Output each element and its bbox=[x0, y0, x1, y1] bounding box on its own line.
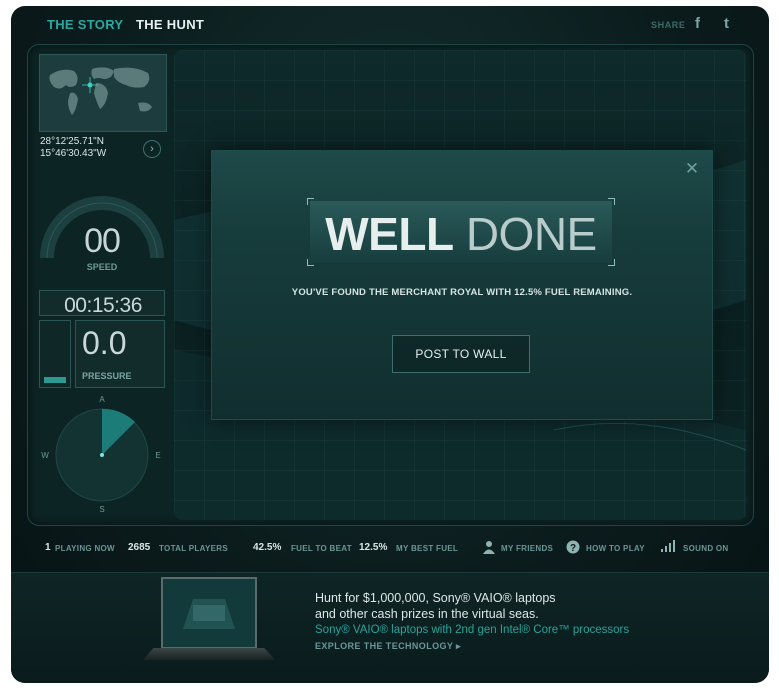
dialog-title: WELL DONE bbox=[310, 207, 612, 261]
compass-n: A bbox=[99, 395, 105, 404]
total-players-label: TOTAL PLAYERS bbox=[159, 544, 228, 553]
help-icon[interactable]: ? bbox=[566, 540, 580, 554]
longitude: 15°46'30.43"W bbox=[40, 148, 107, 159]
laptop-image bbox=[161, 577, 257, 649]
how-to-play-link[interactable]: HOW TO PLAY bbox=[586, 544, 645, 553]
world-map[interactable] bbox=[39, 54, 167, 132]
best-fuel-label: MY BEST FUEL bbox=[396, 544, 459, 553]
explore-technology-link[interactable]: EXPLORE THE TECHNOLOGY ▸ bbox=[315, 641, 461, 652]
title-plate: WELL DONE bbox=[307, 198, 615, 266]
coordinates: 28°12'25.71"N 15°46'30.43"W bbox=[40, 136, 106, 160]
pressure-label: PRESSURE bbox=[82, 371, 132, 381]
speed-value: 00 bbox=[84, 222, 121, 260]
my-friends-link[interactable]: MY FRIENDS bbox=[501, 544, 553, 553]
post-to-wall-button[interactable]: POST TO WALL bbox=[392, 335, 530, 373]
speed-gauge: 00 SPEED bbox=[39, 188, 165, 278]
status-bar: 1 PLAYING NOW 2685 TOTAL PLAYERS 42.5% F… bbox=[11, 539, 769, 559]
title-bold: WELL bbox=[325, 208, 454, 260]
corner-mark bbox=[307, 198, 314, 205]
fuel-fill bbox=[44, 377, 66, 383]
playing-now-count: 1 bbox=[45, 542, 51, 553]
timer-value: 00:15:36 bbox=[64, 294, 142, 317]
svg-text:?: ? bbox=[570, 543, 576, 554]
compass-w: W bbox=[41, 451, 49, 460]
sound-on-toggle[interactable]: SOUND ON bbox=[683, 544, 729, 553]
fuel-to-beat-value: 42.5% bbox=[253, 542, 282, 553]
title-light: DONE bbox=[465, 208, 597, 260]
compass-e: E bbox=[155, 451, 160, 460]
chevron-right-icon[interactable]: › bbox=[143, 140, 161, 158]
best-fuel-value: 12.5% bbox=[359, 542, 388, 553]
nav-the-story[interactable]: THE STORY bbox=[47, 17, 123, 32]
pressure-value: 0.0 bbox=[82, 325, 127, 361]
twitter-icon[interactable]: t bbox=[724, 15, 729, 32]
fuel-to-beat-label: FUEL TO BEAT bbox=[291, 544, 352, 553]
ad-subline: Sony® VAIO® laptops with 2nd gen Intel® … bbox=[315, 624, 630, 636]
well-done-dialog: ✕ WELL DONE YOU'VE FOUND THE MERCHANT RO… bbox=[211, 150, 713, 420]
hud-sidebar: 28°12'25.71"N 15°46'30.43"W › 00 SPEED 0… bbox=[39, 54, 167, 514]
ad-headline-2: and other cash prizes in the virtual sea… bbox=[315, 607, 539, 621]
laptop-base bbox=[143, 648, 275, 660]
top-nav: THE STORY THE HUNT SHARE f t bbox=[11, 6, 769, 44]
latitude: 28°12'25.71"N bbox=[40, 136, 104, 147]
compass-dial: A W E S bbox=[41, 395, 160, 514]
playing-now-label: PLAYING NOW bbox=[55, 544, 115, 553]
compass-s: S bbox=[99, 505, 104, 514]
timer: 00:15:36 bbox=[39, 290, 165, 317]
facebook-icon[interactable]: f bbox=[695, 15, 700, 32]
dialog-message: YOU'VE FOUND THE MERCHANT ROYAL WITH 12.… bbox=[291, 287, 633, 298]
corner-mark bbox=[608, 198, 615, 205]
sound-bars-icon[interactable] bbox=[661, 540, 675, 552]
compass: A W E S bbox=[39, 392, 165, 514]
ad-headline-1: Hunt for $1,000,000, Sony® VAIO® laptops bbox=[315, 591, 556, 605]
laptop-screen-graphic bbox=[163, 579, 255, 647]
fuel-gauge bbox=[39, 320, 71, 388]
pressure-gauge: 0.0 PRESSURE bbox=[75, 320, 165, 388]
world-map-graphic bbox=[49, 67, 152, 115]
person-icon[interactable] bbox=[483, 540, 495, 554]
game-frame: THE STORY THE HUNT SHARE f t 28°12'25.71… bbox=[11, 6, 769, 683]
close-icon[interactable]: ✕ bbox=[682, 159, 702, 179]
speed-label: SPEED bbox=[86, 262, 118, 272]
nav-the-hunt[interactable]: THE HUNT bbox=[136, 17, 204, 32]
share-label: SHARE bbox=[651, 20, 686, 30]
total-players-count: 2685 bbox=[128, 542, 151, 553]
